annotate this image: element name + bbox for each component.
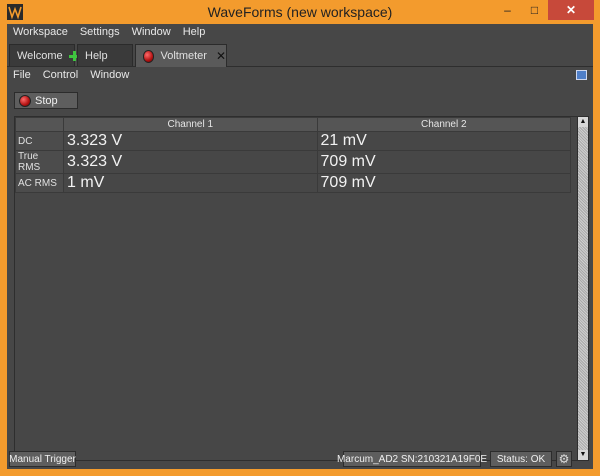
value-cell: 709 mV bbox=[316, 150, 572, 174]
value-cell: 3.323 V bbox=[63, 131, 318, 151]
restore-window-icon[interactable] bbox=[576, 70, 587, 80]
tab-bar: Welcome Help Voltmeter ✕ bbox=[7, 42, 593, 67]
voltmeter-table: Channel 1 Channel 2 DC 3.323 V 21 mV Tru… bbox=[14, 116, 589, 461]
app-window: WaveForms (new workspace) – □ ✕ Workspac… bbox=[0, 0, 600, 476]
instrument-menu-bar: File Control Window bbox=[7, 67, 593, 85]
scroll-up-icon[interactable]: ▲ bbox=[578, 117, 588, 127]
row-label: DC bbox=[15, 131, 64, 151]
stop-icon bbox=[19, 94, 31, 107]
column-header-channel-2: Channel 2 bbox=[316, 117, 572, 132]
tab-help-label: Help bbox=[85, 49, 108, 62]
tab-welcome-label: Welcome bbox=[17, 49, 63, 62]
status-button[interactable]: Status: OK bbox=[490, 451, 552, 467]
menu-workspace[interactable]: Workspace bbox=[7, 24, 74, 42]
main-panel: Workspace Settings Window Help Welcome H… bbox=[7, 24, 593, 469]
menu-instrument-window[interactable]: Window bbox=[84, 67, 135, 85]
tab-voltmeter-label: Voltmeter bbox=[160, 50, 207, 62]
title-bar: WaveForms (new workspace) – □ ✕ bbox=[0, 0, 600, 24]
stop-label: Stop bbox=[35, 94, 58, 107]
corner-header bbox=[15, 117, 64, 132]
device-button[interactable]: Marcum_AD2 SN:210321A19F0E bbox=[337, 451, 487, 467]
vertical-scrollbar[interactable]: ▲ ▼ bbox=[577, 117, 588, 460]
minimize-button[interactable]: – bbox=[494, 0, 521, 20]
pin-icon[interactable]: ✕ bbox=[216, 49, 226, 63]
column-header-channel-1: Channel 1 bbox=[63, 117, 318, 132]
maximize-button[interactable]: □ bbox=[521, 0, 548, 20]
menu-file[interactable]: File bbox=[7, 67, 37, 85]
table-row: DC 3.323 V 21 mV bbox=[15, 131, 572, 151]
table-row: True RMS 3.323 V 709 mV bbox=[15, 150, 572, 174]
scrollbar-thumb[interactable] bbox=[578, 127, 588, 450]
tab-voltmeter[interactable]: Voltmeter ✕ bbox=[135, 44, 227, 67]
stop-button[interactable]: Stop bbox=[14, 92, 78, 109]
tab-welcome[interactable]: Welcome bbox=[9, 44, 80, 66]
plus-icon[interactable] bbox=[68, 50, 80, 61]
row-label: True RMS bbox=[15, 150, 64, 174]
value-cell: 709 mV bbox=[316, 173, 572, 193]
value-cell: 3.323 V bbox=[63, 150, 318, 174]
menu-window[interactable]: Window bbox=[126, 24, 177, 42]
value-cell: 1 mV bbox=[63, 173, 318, 193]
row-label: AC RMS bbox=[15, 173, 64, 193]
close-button[interactable]: ✕ bbox=[548, 0, 594, 20]
record-icon bbox=[143, 49, 155, 63]
value-cell: 21 mV bbox=[316, 131, 572, 151]
menu-bar: Workspace Settings Window Help bbox=[7, 24, 593, 42]
gear-icon[interactable]: ⚙ bbox=[556, 451, 572, 467]
table-row: AC RMS 1 mV 709 mV bbox=[15, 173, 572, 193]
menu-settings[interactable]: Settings bbox=[74, 24, 126, 42]
manual-trigger-button[interactable]: Manual Trigger bbox=[9, 451, 76, 467]
status-bar: Manual Trigger Marcum_AD2 SN:210321A19F0… bbox=[7, 449, 593, 469]
menu-help[interactable]: Help bbox=[177, 24, 212, 42]
menu-control[interactable]: Control bbox=[37, 67, 84, 85]
tab-help[interactable]: Help bbox=[77, 44, 133, 66]
